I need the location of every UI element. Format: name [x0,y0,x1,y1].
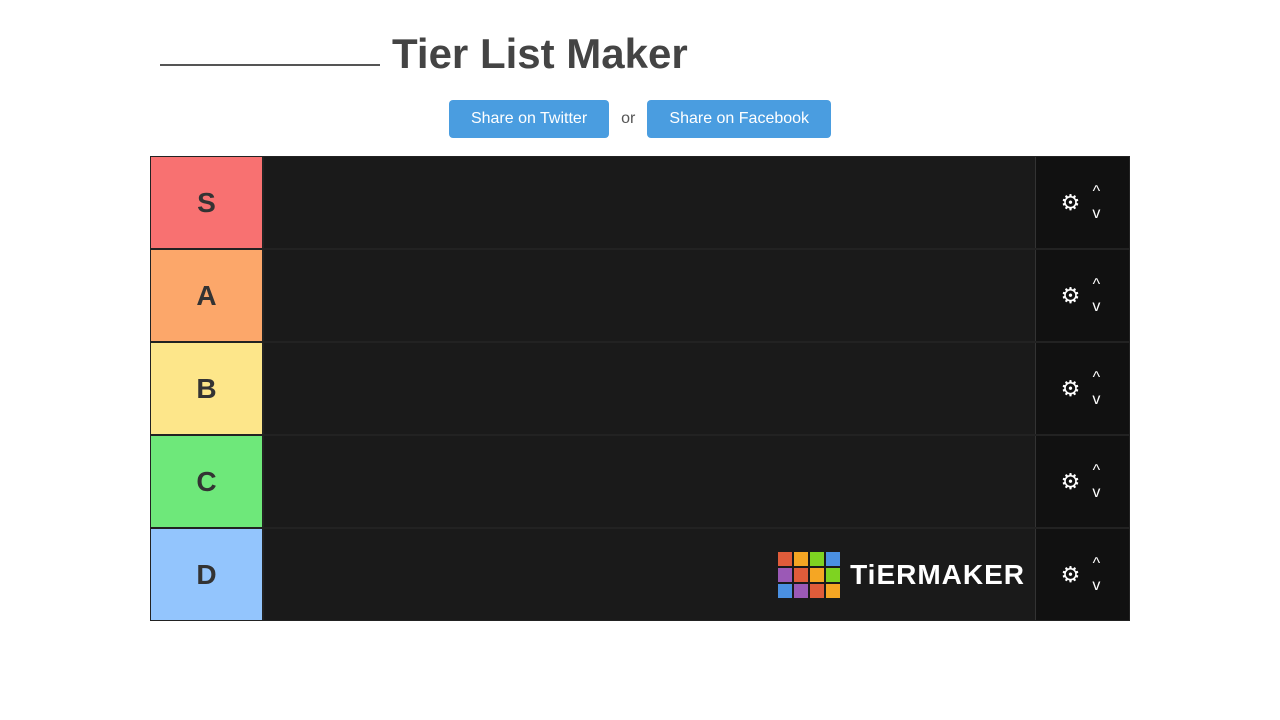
tier-controls-b: ⚙ ^ v [1036,343,1129,434]
gear-icon-d[interactable]: ⚙ [1061,562,1081,588]
gear-icon-s[interactable]: ⚙ [1061,190,1081,216]
tier-content-a[interactable] [264,250,1036,341]
arrow-up-a[interactable]: ^ [1088,275,1104,295]
tier-controls-a: ⚙ ^ v [1036,250,1129,341]
arrow-up-d[interactable]: ^ [1088,554,1104,574]
tier-label-c: C [151,436,264,527]
page-title: Tier List Maker [392,30,688,78]
arrow-down-a[interactable]: v [1088,297,1104,317]
tier-row-s: S ⚙ ^ v [150,156,1130,249]
gear-icon-a[interactable]: ⚙ [1061,283,1081,309]
tier-row-a: A ⚙ ^ v [150,249,1130,342]
tier-content-b[interactable] [264,343,1036,434]
arrows-c: ^ v [1088,461,1104,503]
arrow-up-s[interactable]: ^ [1088,182,1104,202]
tier-table-wrapper: S ⚙ ^ v A ⚙ ^ v B ⚙ ^ v [150,156,1130,621]
header-underline [160,64,380,66]
arrows-a: ^ v [1088,275,1104,317]
arrows-s: ^ v [1088,182,1104,224]
tier-label-s: S [151,157,264,248]
arrows-b: ^ v [1088,368,1104,410]
share-bar: Share on Twitter or Share on Facebook [0,100,1280,138]
tm-logo-grid [778,552,840,598]
tier-row-c: C ⚙ ^ v [150,435,1130,528]
arrows-d: ^ v [1088,554,1104,596]
arrow-down-b[interactable]: v [1088,390,1104,410]
tier-label-b: B [151,343,264,434]
arrow-up-b[interactable]: ^ [1088,368,1104,388]
tier-controls-d: ⚙ ^ v [1036,529,1129,620]
arrow-down-d[interactable]: v [1088,576,1104,596]
tier-content-d[interactable]: TiERMAKER [264,529,1036,620]
tm-text: TiERMAKER [850,559,1025,591]
tiermaker-watermark: TiERMAKER [778,552,1025,598]
share-twitter-button[interactable]: Share on Twitter [449,100,609,138]
arrow-up-c[interactable]: ^ [1088,461,1104,481]
tier-controls-s: ⚙ ^ v [1036,157,1129,248]
arrow-down-c[interactable]: v [1088,483,1104,503]
tier-row-b: B ⚙ ^ v [150,342,1130,435]
or-text: or [621,110,635,128]
header: Tier List Maker [0,0,1280,88]
tier-label-a: A [151,250,264,341]
gear-icon-c[interactable]: ⚙ [1061,469,1081,495]
share-facebook-button[interactable]: Share on Facebook [647,100,831,138]
tier-label-d: D [151,529,264,620]
tier-controls-c: ⚙ ^ v [1036,436,1129,527]
tier-content-c[interactable] [264,436,1036,527]
arrow-down-s[interactable]: v [1088,204,1104,224]
tier-row-d: D TiERMAKER [150,528,1130,621]
gear-icon-b[interactable]: ⚙ [1061,376,1081,402]
tier-content-s[interactable] [264,157,1036,248]
